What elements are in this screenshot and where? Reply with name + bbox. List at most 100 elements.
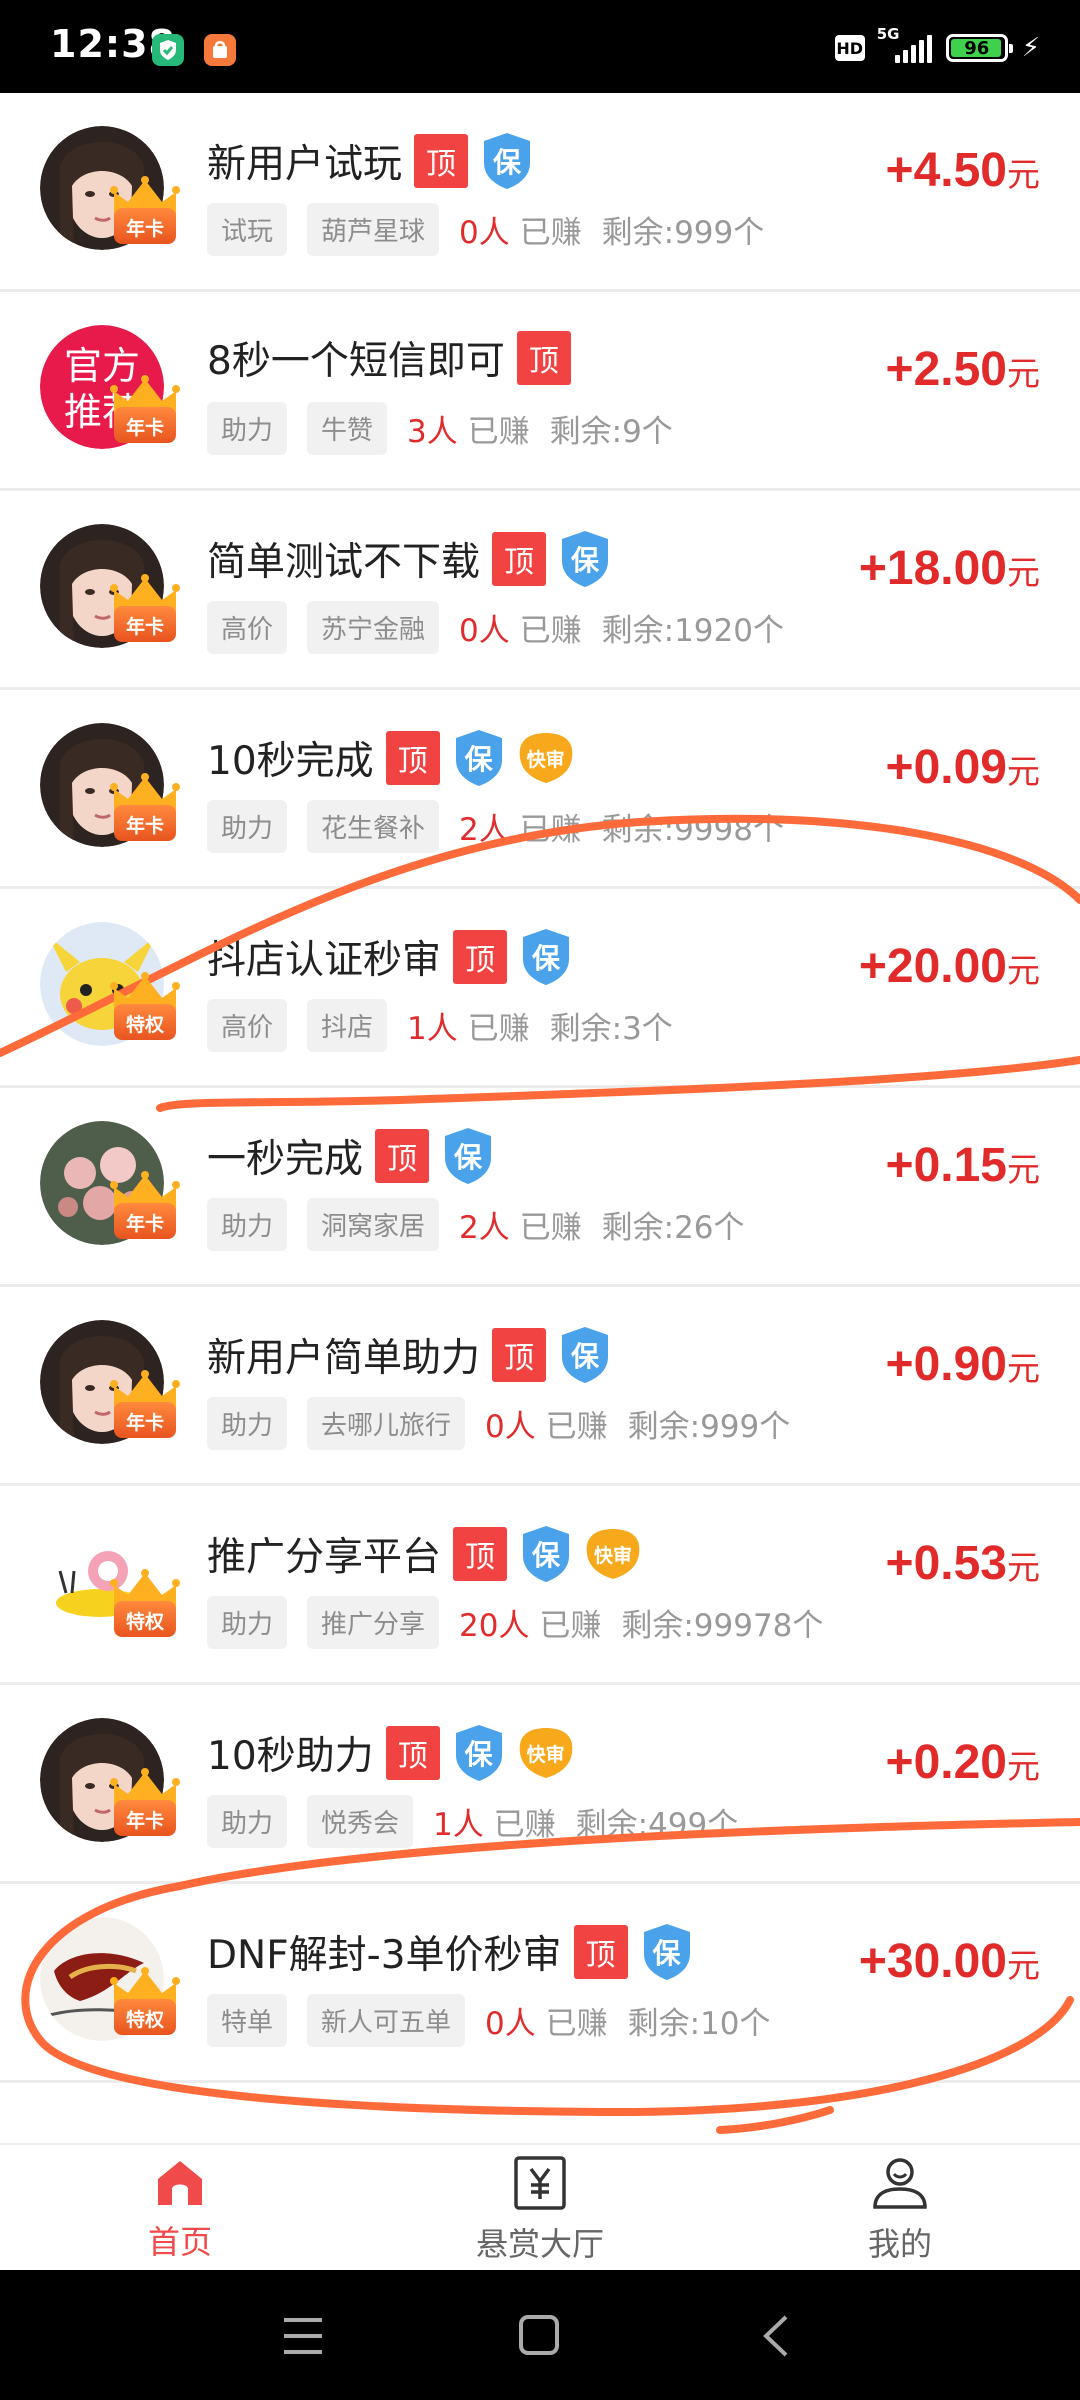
reward-unit: 元 [1007,554,1040,591]
earned-label: 已赚 [493,1807,556,1843]
task-title: 新用户试玩 [207,142,403,187]
reward-unit: 元 [1007,952,1040,989]
task-meta: 助力 牛赞 3人 已赚 剩余:9个 [207,402,673,455]
task-title: 8秒一个短信即可 [207,339,505,384]
top-badge: 顶 [573,1925,628,1979]
task-title: 一秒完成 [207,1137,364,1182]
task-reward: +0.09元 [886,740,1040,795]
task-avatar: 特权 [40,1519,180,1647]
task-item[interactable]: 年卡 新用户简单助力顶保助力 去哪儿旅行 0人 已赚 剩余:999个 +0.90元 [0,1287,1080,1486]
task-title-row: 简单测试不下载顶保 [207,529,612,589]
hd-icon: HD [834,35,865,61]
earned-label: 已赚 [467,414,530,450]
nav-mine[interactable]: 我的 [800,2155,1000,2265]
guarantee-label: 保 [493,146,522,179]
crown-label: 年卡 [125,1213,164,1235]
task-item[interactable]: 官方推荐 年卡 8秒一个短信即可顶助力 牛赞 3人 已赚 剩余:9个 +2.50元 [0,292,1080,491]
nav-hall[interactable]: 悬赏大厅 [440,2155,640,2265]
task-item[interactable]: 年卡 10秒完成顶保 快审 助力 花生餐补 2人 已赚 剩余:9998个 +0.09元 [0,690,1080,889]
task-title: 10秒完成 [207,739,374,784]
home-square-icon[interactable] [518,2314,560,2356]
task-meta: 助力 洞窝家居 2人 已赚 剩余:26个 [207,1198,745,1251]
back-icon[interactable] [760,2314,790,2358]
task-avatar: 特权 [40,1917,180,2045]
task-tag-type: 高价 [207,601,288,654]
task-item[interactable]: 年卡 简单测试不下载顶保高价 苏宁金融 0人 已赚 剩余:1920个 +18.00元 [0,491,1080,690]
reward-unit: 元 [1007,1947,1040,1984]
remaining-count: 剩余:10个 [627,2006,771,2042]
task-title-row: 8秒一个短信即可顶 [207,330,571,386]
task-item[interactable]: 年卡 新用户试玩顶保试玩 葫芦星球 0人 已赚 剩余:999个 +4.50元 [0,93,1080,292]
nav-home[interactable]: 首页 [80,2155,280,2263]
earned-label: 已赚 [539,1608,602,1644]
crown-label: 特权 [125,1014,164,1036]
menu-icon[interactable] [282,2316,324,2356]
task-avatar: 年卡 [40,1320,180,1448]
task-tag-app: 苏宁金融 [307,601,440,654]
crown-label: 特权 [125,2009,164,2031]
reward-amount: +30.00 [858,1935,1007,1988]
nav-home-label: 首页 [147,2223,212,2261]
reward-unit: 元 [1007,355,1040,392]
guarantee-label: 保 [571,1340,600,1373]
remaining-count: 剩余:499个 [575,1807,739,1843]
status-bar: 12:38 HD 5G 96 ⚡ [0,0,1080,93]
task-avatar: 官方推荐 年卡 [40,325,180,453]
task-item[interactable]: 特权 推广分享平台顶保 快审 助力 推广分享 20人 已赚 剩余:99978个 +0.53元 [0,1486,1080,1685]
task-meta: 高价 苏宁金融 0人 已赚 剩余:1920个 [207,601,784,654]
task-item[interactable]: 年卡 一秒完成顶保助力 洞窝家居 2人 已赚 剩余:26个 +0.15元 [0,1088,1080,1287]
task-tag-app: 牛赞 [307,402,388,455]
bottom-nav: 首页 悬赏大厅 我的 [0,2143,1080,2272]
earned-number: 2人 [459,812,510,848]
task-item[interactable]: 年卡 10秒助力顶保 快审 助力 悦秀会 1人 已赚 剩余:499个 +0.20元 [0,1685,1080,1884]
task-title-row: 一秒完成顶保 [207,1126,495,1186]
earned-number: 0人 [485,2006,536,2042]
task-reward: +20.00元 [859,939,1040,994]
task-item[interactable]: 特权 DNF解封-3单价秒审顶保特单 新人可五单 0人 已赚 剩余:10个 +30.00元 [0,1884,1080,2083]
earned-count: 0人 已赚 [459,605,582,650]
task-tag-app: 洞窝家居 [307,1198,440,1251]
battery-level: 96 [964,37,990,59]
task-title-row: 推广分享平台顶保 快审 [207,1524,641,1584]
crown-label: 年卡 [125,815,164,837]
task-tag-app: 推广分享 [307,1596,440,1649]
task-title: 简单测试不下载 [207,540,481,585]
task-title-row: 新用户试玩顶保 [207,131,534,191]
guarantee-label: 保 [652,1937,681,1970]
task-tag-type: 助力 [207,800,288,853]
earned-number: 1人 [407,1011,458,1047]
reward-amount: +2.50 [885,343,1007,396]
task-avatar: 年卡 [40,1718,180,1846]
fast-review-badge: 快审 [518,1726,574,1780]
remaining-count: 剩余:1920个 [601,613,784,649]
task-reward: +0.15元 [886,1138,1040,1193]
bag-app-icon [204,34,236,66]
reward-amount: +0.53 [885,1537,1007,1590]
task-tag-app: 新人可五单 [307,1994,466,2047]
task-tag-app: 悦秀会 [307,1795,414,1848]
top-badge: 顶 [385,1726,440,1780]
task-item[interactable]: 特权 抖店认证秒审顶保高价 抖店 1人 已赚 剩余:3个 +20.00元 [0,889,1080,1088]
earned-number: 20人 [459,1608,530,1644]
top-badge: 顶 [492,532,547,586]
task-title-row: DNF解封-3单价秒审顶保 [207,1922,694,1982]
task-avatar: 年卡 [40,126,180,254]
earned-number: 3人 [407,414,458,450]
task-title: DNF解封-3单价秒审 [207,1933,562,1978]
crown-label: 年卡 [125,218,164,240]
task-meta: 助力 去哪儿旅行 0人 已赚 剩余:999个 [207,1397,790,1450]
task-meta: 助力 推广分享 20人 已赚 剩余:99978个 [207,1596,823,1649]
task-reward: +4.50元 [886,143,1040,198]
guarantee-label: 保 [464,1738,493,1771]
task-meta: 助力 悦秀会 1人 已赚 剩余:499个 [207,1795,738,1848]
guarantee-shield-badge: 保 [519,927,573,987]
earned-label: 已赚 [467,1011,530,1047]
task-avatar: 年卡 [40,524,180,652]
reward-amount: +18.00 [858,542,1007,595]
earned-number: 0人 [459,215,510,251]
earned-number: 0人 [459,613,510,649]
remaining-count: 剩余:999个 [601,215,765,251]
earned-number: 1人 [433,1807,484,1843]
bolt-icon: ⚡ [1021,33,1040,63]
task-meta: 特单 新人可五单 0人 已赚 剩余:10个 [207,1994,771,2047]
